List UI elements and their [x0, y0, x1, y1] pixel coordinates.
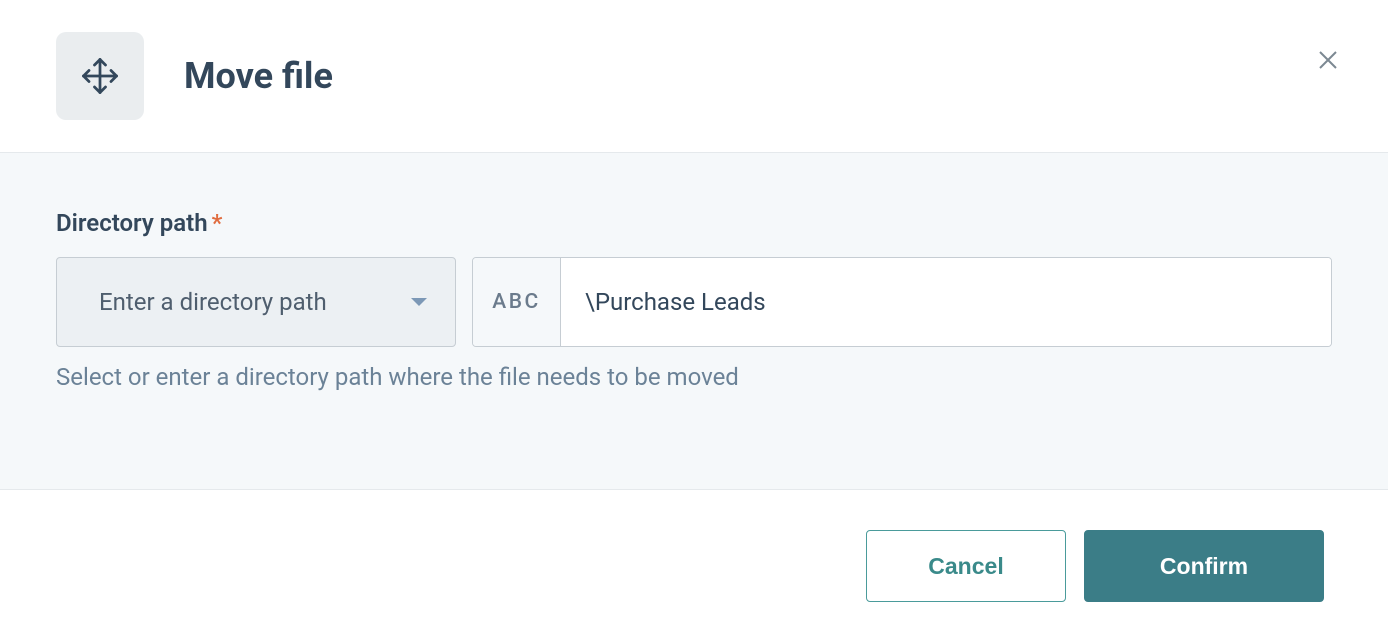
cancel-button[interactable]: Cancel	[866, 530, 1066, 602]
directory-path-input[interactable]	[561, 258, 1331, 346]
move-icon-container	[56, 32, 144, 120]
chevron-down-icon	[411, 298, 427, 306]
directory-path-select[interactable]: Enter a directory path	[56, 257, 456, 347]
confirm-button[interactable]: Confirm	[1084, 530, 1324, 602]
dialog-title: Move file	[184, 55, 333, 97]
dialog-header: Move file	[0, 0, 1388, 152]
close-button[interactable]	[1312, 44, 1344, 76]
dialog-footer: Cancel Confirm	[0, 490, 1388, 642]
directory-path-label: Directory path*	[56, 209, 222, 237]
type-prefix-abc: ABC	[473, 258, 561, 346]
input-row: Enter a directory path ABC	[56, 257, 1332, 347]
directory-path-input-wrap: ABC	[472, 257, 1332, 347]
select-placeholder: Enter a directory path	[99, 288, 327, 316]
directory-path-label-text: Directory path	[56, 209, 208, 237]
move-file-dialog: Move file Directory path* Enter a direct…	[0, 0, 1388, 642]
required-indicator: *	[212, 209, 223, 237]
directory-path-help-text: Select or enter a directory path where t…	[56, 363, 1332, 391]
close-icon	[1316, 48, 1340, 72]
move-icon	[78, 54, 122, 98]
directory-path-field: Directory path* Enter a directory path A…	[56, 209, 1332, 391]
dialog-body: Directory path* Enter a directory path A…	[0, 152, 1388, 490]
